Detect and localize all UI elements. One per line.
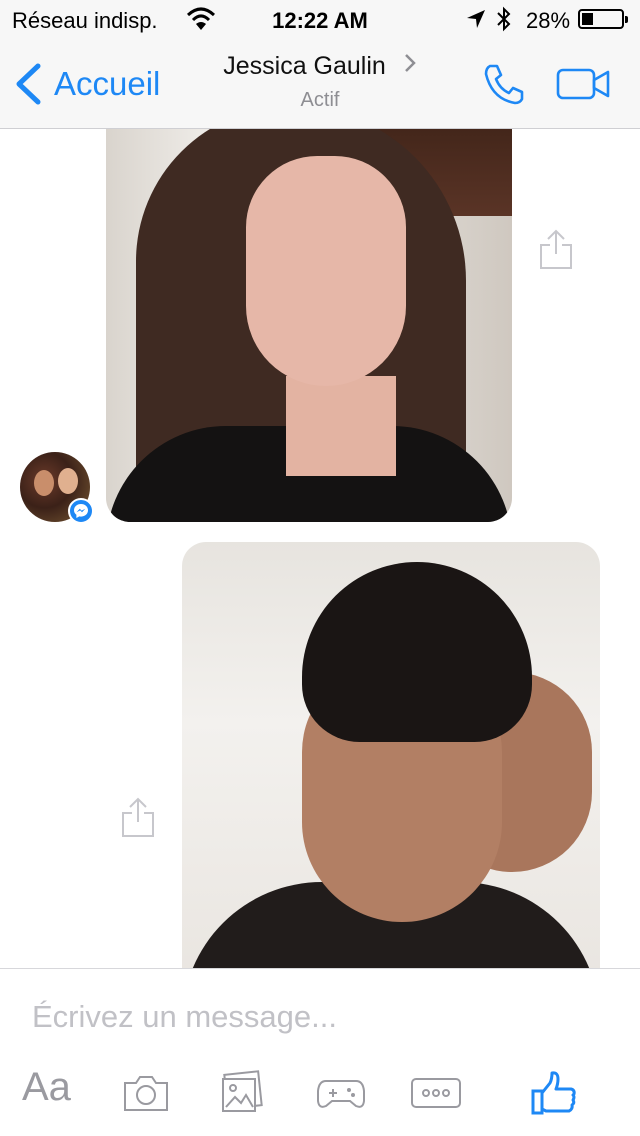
gallery-icon[interactable] [220,1069,264,1117]
location-arrow-icon [467,10,485,28]
battery-fill [582,13,593,25]
chevron-right-icon [404,54,416,72]
sent-photo[interactable] [182,542,600,992]
active-status: Actif [300,89,340,111]
neck [286,376,396,476]
chevron-left-icon [16,63,41,105]
status-bar: Réseau indisp. 12:22 AM 28% [0,0,640,40]
battery-nub [625,16,628,23]
top-bar: Réseau indisp. 12:22 AM 28% Accueil Jess… [0,0,640,129]
composer-toolbar: Aa [0,1063,640,1123]
battery-percent: 28% [526,8,571,33]
avatar-person [34,470,54,496]
messenger-conversation-screen: Réseau indisp. 12:22 AM 28% Accueil Jess… [0,0,640,1136]
text-format-button[interactable]: Aa [22,1065,71,1113]
hair [302,562,532,742]
like-icon[interactable] [530,1069,578,1117]
battery-icon [578,9,628,29]
message-composer: Aa [0,968,640,1136]
share-icon[interactable] [538,228,574,270]
back-button[interactable]: Accueil [14,62,160,106]
avatar-person [58,468,78,494]
contact-avatar[interactable] [20,452,94,524]
bluetooth-icon [497,6,511,32]
game-controller-icon[interactable] [316,1069,366,1117]
contact-name: Jessica Gaulin [223,52,386,80]
nav-bar: Accueil Jessica Gaulin Actif [0,40,640,128]
messenger-badge-icon [68,498,94,524]
share-icon[interactable] [120,796,156,838]
face [246,156,406,386]
video-camera-icon[interactable] [556,68,612,100]
more-icon[interactable] [410,1069,462,1117]
back-label: Accueil [54,65,161,102]
phone-icon[interactable] [482,62,526,106]
received-photo[interactable] [106,96,512,522]
conversation-title[interactable]: Jessica Gaulin Actif [170,52,470,112]
contact-name-row: Jessica Gaulin [170,52,470,81]
message-input[interactable] [32,997,592,1037]
camera-icon[interactable] [122,1069,170,1117]
